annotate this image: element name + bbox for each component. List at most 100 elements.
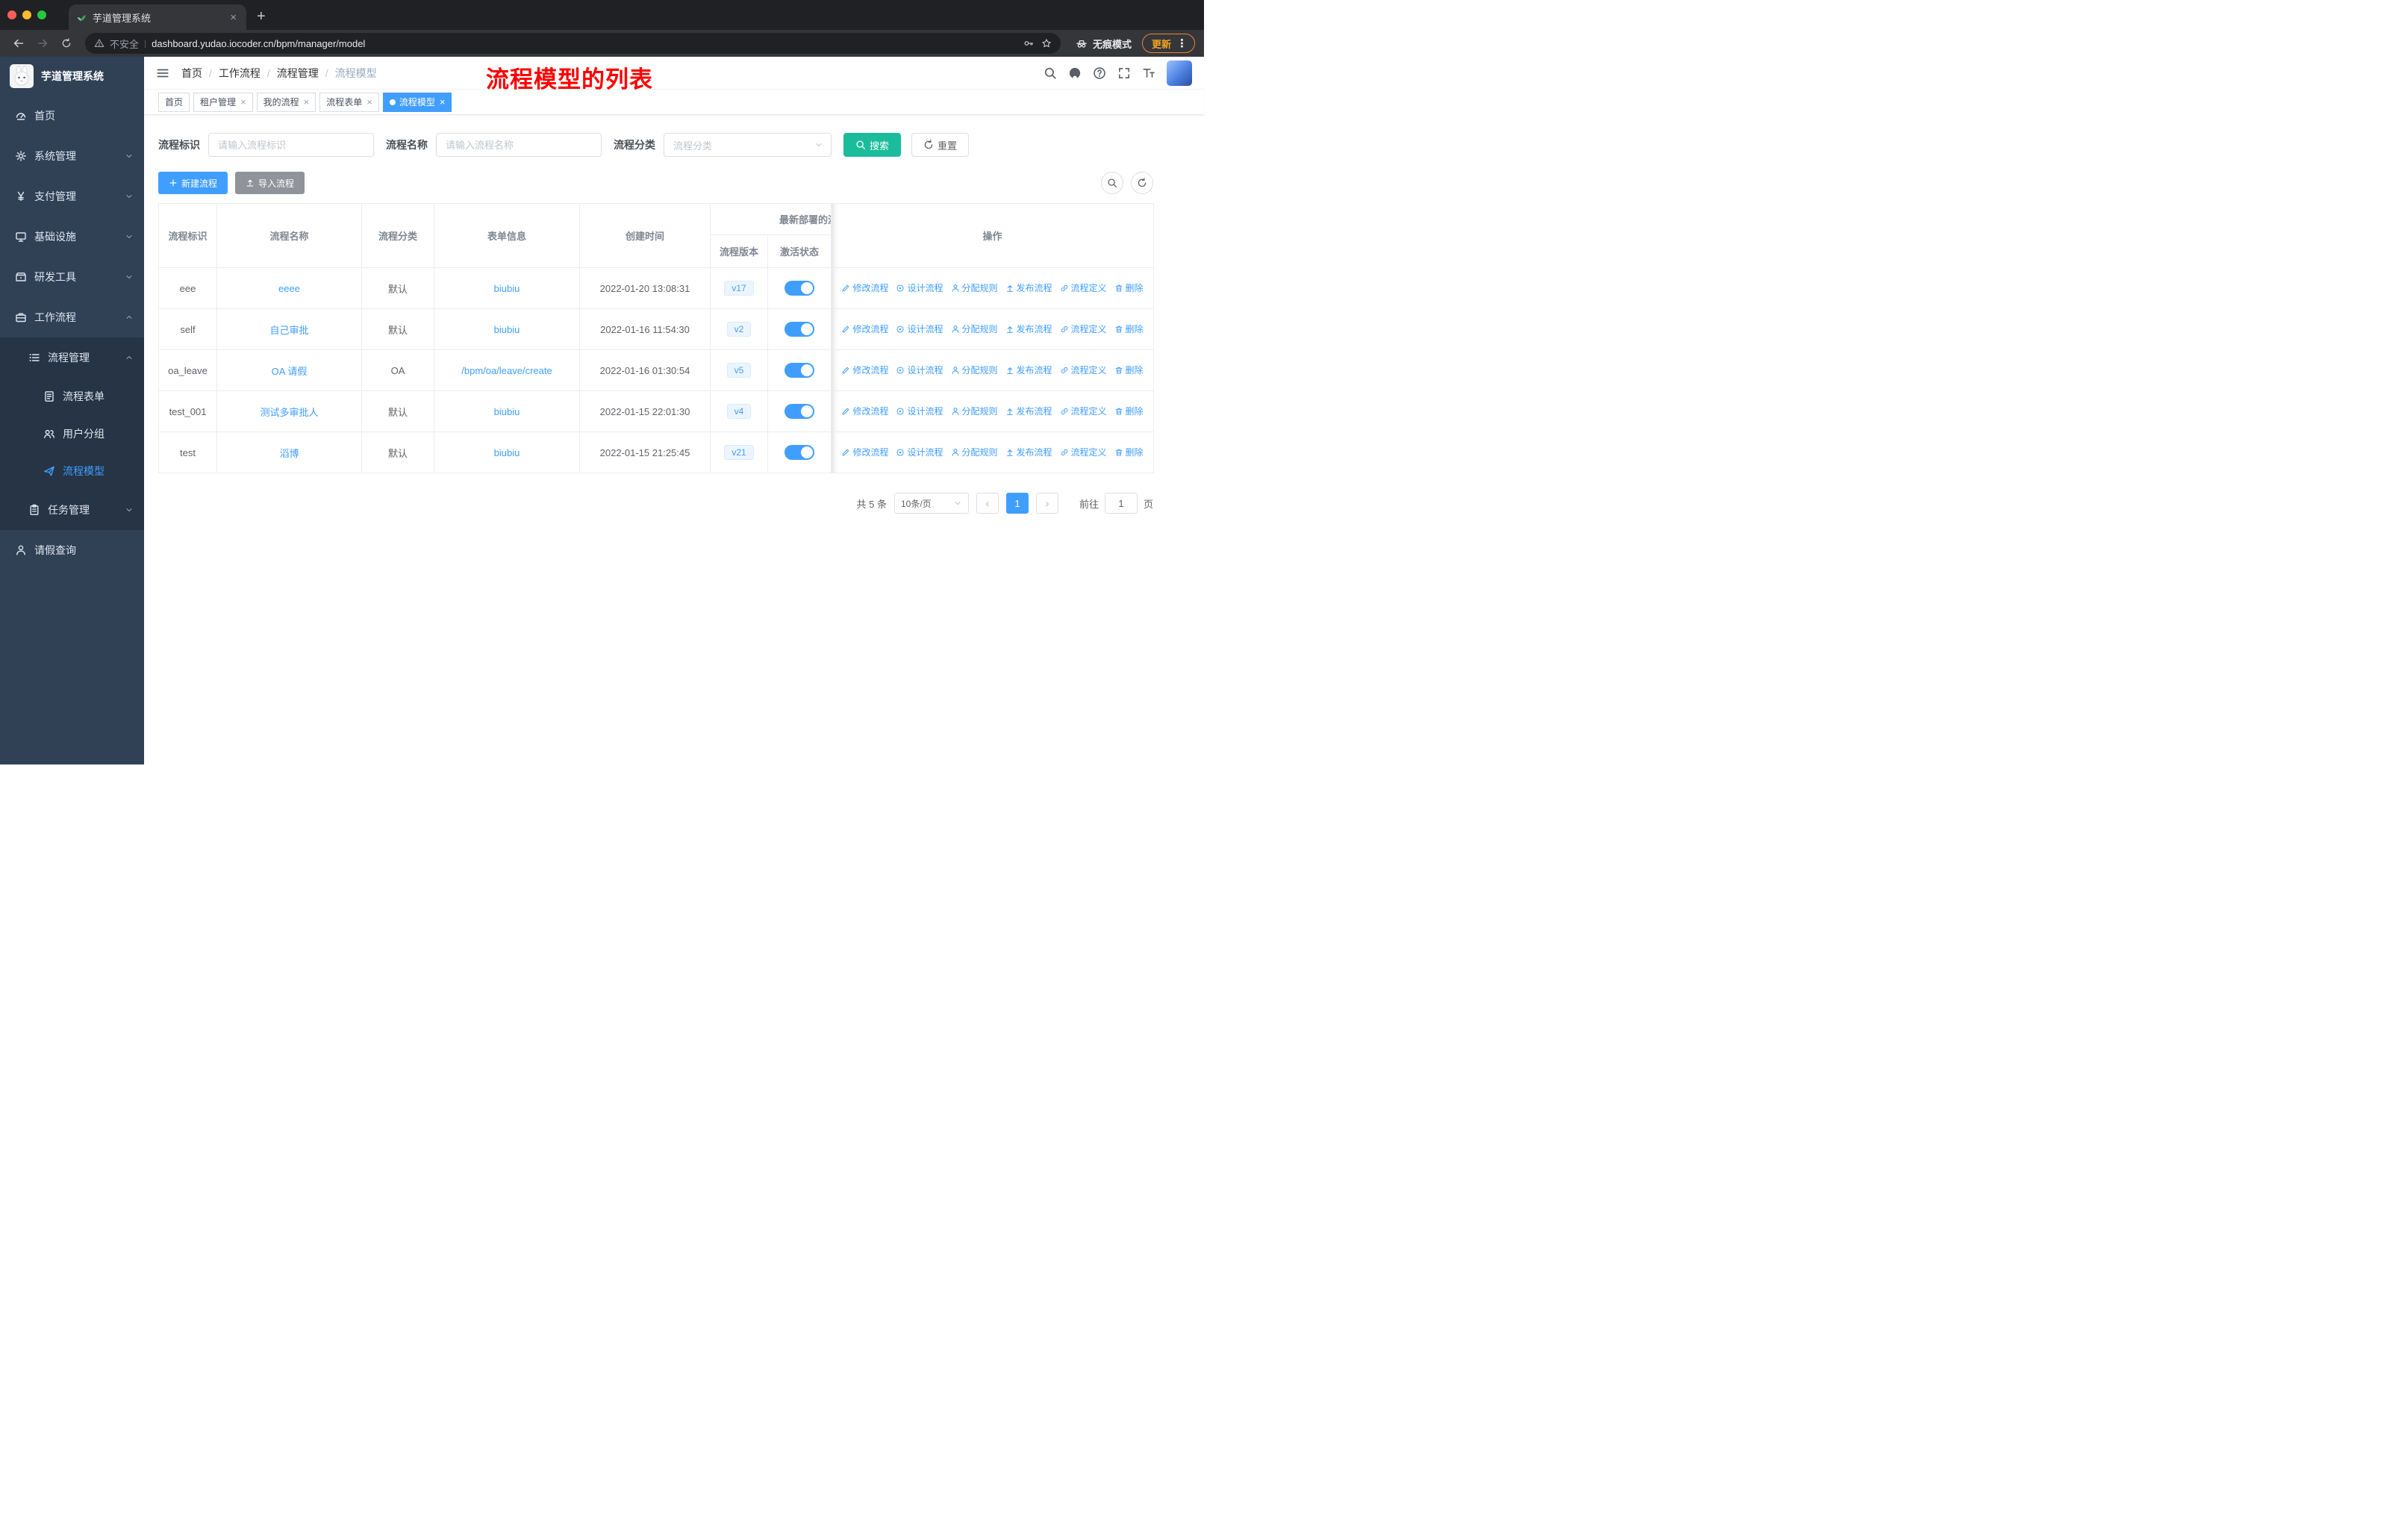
form-info-link[interactable]: biubiu	[494, 406, 520, 417]
process-name-link[interactable]: eeee	[278, 283, 300, 294]
process-name-link[interactable]: 测试多审批人	[260, 407, 318, 418]
create-process-button[interactable]: 新建流程	[158, 172, 228, 194]
close-tag-icon[interactable]: ×	[304, 97, 310, 107]
action-process-definition[interactable]: 流程定义	[1060, 323, 1107, 335]
action-publish-process[interactable]: 发布流程	[1005, 405, 1052, 417]
action-publish-process[interactable]: 发布流程	[1005, 364, 1052, 376]
breadcrumb-home[interactable]: 首页	[181, 66, 202, 81]
action-edit-process[interactable]: 修改流程	[841, 281, 888, 294]
sidebar-item-home[interactable]: 首页	[0, 96, 144, 136]
reset-button[interactable]: 重置	[911, 133, 970, 157]
action-process-definition[interactable]: 流程定义	[1060, 281, 1107, 294]
close-tag-icon[interactable]: ×	[366, 97, 372, 107]
process-name-input[interactable]	[436, 133, 602, 157]
action-delete[interactable]: 删除	[1114, 323, 1144, 335]
active-toggle[interactable]	[785, 322, 814, 337]
action-process-definition[interactable]: 流程定义	[1060, 405, 1107, 417]
action-edit-process[interactable]: 修改流程	[841, 446, 888, 458]
zoom-window-button[interactable]	[37, 10, 46, 19]
process-name-link[interactable]: 自己审批	[269, 325, 308, 336]
sidebar-item-infrastructure[interactable]: 基础设施	[0, 217, 144, 257]
process-category-select[interactable]: 流程分类	[664, 133, 832, 157]
action-process-definition[interactable]: 流程定义	[1060, 446, 1107, 458]
tag-tenant-management[interactable]: 租户管理 ×	[193, 92, 253, 112]
process-name-link[interactable]: OA 请假	[272, 366, 308, 377]
action-delete[interactable]: 删除	[1114, 281, 1144, 294]
font-size-icon[interactable]	[1142, 66, 1155, 80]
browser-update-button[interactable]: 更新 ⋮	[1141, 34, 1195, 53]
goto-page-input[interactable]	[1104, 493, 1138, 514]
search-icon[interactable]	[1044, 66, 1057, 80]
reload-button[interactable]	[57, 34, 76, 53]
sidebar-item-workflow[interactable]: 工作流程	[0, 297, 144, 337]
action-design-process[interactable]: 设计流程	[896, 405, 943, 417]
search-button[interactable]: 搜索	[843, 133, 902, 157]
page-size-select[interactable]: 10条/页	[893, 493, 969, 514]
toggle-search-button[interactable]	[1101, 172, 1123, 194]
hamburger-icon[interactable]	[156, 66, 169, 80]
browser-tab[interactable]: 芋道管理系统 ×	[69, 4, 246, 30]
breadcrumb-process-management[interactable]: 流程管理	[277, 66, 319, 81]
active-toggle[interactable]	[785, 363, 814, 378]
refresh-table-button[interactable]	[1131, 172, 1153, 194]
action-delete[interactable]: 删除	[1114, 446, 1144, 458]
github-icon[interactable]	[1068, 66, 1082, 80]
form-info-link[interactable]: biubiu	[494, 324, 520, 335]
active-toggle[interactable]	[785, 281, 814, 296]
action-edit-process[interactable]: 修改流程	[841, 364, 888, 376]
action-design-process[interactable]: 设计流程	[896, 281, 943, 294]
sidebar-item-leave-query[interactable]: 请假查询	[0, 530, 144, 570]
back-button[interactable]	[9, 34, 28, 53]
tag-process-form[interactable]: 流程表单 ×	[319, 92, 379, 112]
form-info-link[interactable]: biubiu	[494, 447, 520, 458]
help-icon[interactable]	[1093, 66, 1106, 80]
action-publish-process[interactable]: 发布流程	[1005, 281, 1052, 294]
close-tag-icon[interactable]: ×	[440, 97, 446, 107]
sidebar-item-user-group[interactable]: 用户分组	[0, 415, 144, 452]
sidebar-item-system[interactable]: 系统管理	[0, 136, 144, 176]
action-assign-rule[interactable]: 分配规则	[951, 281, 998, 294]
action-edit-process[interactable]: 修改流程	[841, 405, 888, 417]
action-edit-process[interactable]: 修改流程	[841, 323, 888, 335]
sidebar-item-dev-tools[interactable]: 研发工具	[0, 257, 144, 297]
forward-button[interactable]	[33, 34, 52, 53]
next-page-button[interactable]: ›	[1035, 493, 1058, 514]
bookmark-star-icon[interactable]	[1041, 38, 1052, 49]
form-info-link[interactable]: biubiu	[494, 283, 520, 294]
breadcrumb-workflow[interactable]: 工作流程	[219, 66, 261, 81]
action-assign-rule[interactable]: 分配规则	[951, 364, 998, 376]
close-tag-icon[interactable]: ×	[240, 97, 246, 107]
minimize-window-button[interactable]	[22, 10, 31, 19]
close-tab-icon[interactable]: ×	[228, 11, 239, 24]
fullscreen-icon[interactable]	[1117, 66, 1131, 80]
action-design-process[interactable]: 设计流程	[896, 446, 943, 458]
password-key-icon[interactable]	[1023, 38, 1034, 49]
action-delete[interactable]: 删除	[1114, 405, 1144, 417]
action-process-definition[interactable]: 流程定义	[1060, 364, 1107, 376]
page-1-button[interactable]: 1	[1005, 493, 1029, 514]
close-window-button[interactable]	[7, 10, 16, 19]
sidebar-item-process-management[interactable]: 流程管理	[0, 337, 144, 378]
form-info-link[interactable]: /bpm/oa/leave/create	[461, 365, 552, 376]
sidebar-item-payment[interactable]: 支付管理	[0, 176, 144, 217]
sidebar-item-task-management[interactable]: 任务管理	[0, 490, 144, 530]
process-key-input[interactable]	[208, 133, 374, 157]
active-toggle[interactable]	[785, 445, 814, 460]
address-bar[interactable]: 不安全 | dashboard.yudao.iocoder.cn/bpm/man…	[85, 33, 1061, 54]
prev-page-button[interactable]: ‹	[976, 493, 999, 514]
action-assign-rule[interactable]: 分配规则	[951, 405, 998, 417]
action-delete[interactable]: 删除	[1114, 364, 1144, 376]
tag-my-process[interactable]: 我的流程 ×	[256, 92, 316, 112]
action-design-process[interactable]: 设计流程	[896, 323, 943, 335]
sidebar-item-process-form[interactable]: 流程表单	[0, 378, 144, 415]
new-tab-button[interactable]: +	[257, 9, 266, 24]
tag-process-model[interactable]: 流程模型 ×	[382, 92, 452, 112]
action-design-process[interactable]: 设计流程	[896, 364, 943, 376]
sidebar-item-process-model[interactable]: 流程模型	[0, 452, 144, 490]
action-assign-rule[interactable]: 分配规则	[951, 446, 998, 458]
user-avatar[interactable]	[1167, 60, 1192, 86]
tag-home[interactable]: 首页	[158, 92, 190, 112]
active-toggle[interactable]	[785, 404, 814, 419]
process-name-link[interactable]: 滔博	[279, 448, 299, 459]
import-process-button[interactable]: 导入流程	[235, 172, 305, 194]
